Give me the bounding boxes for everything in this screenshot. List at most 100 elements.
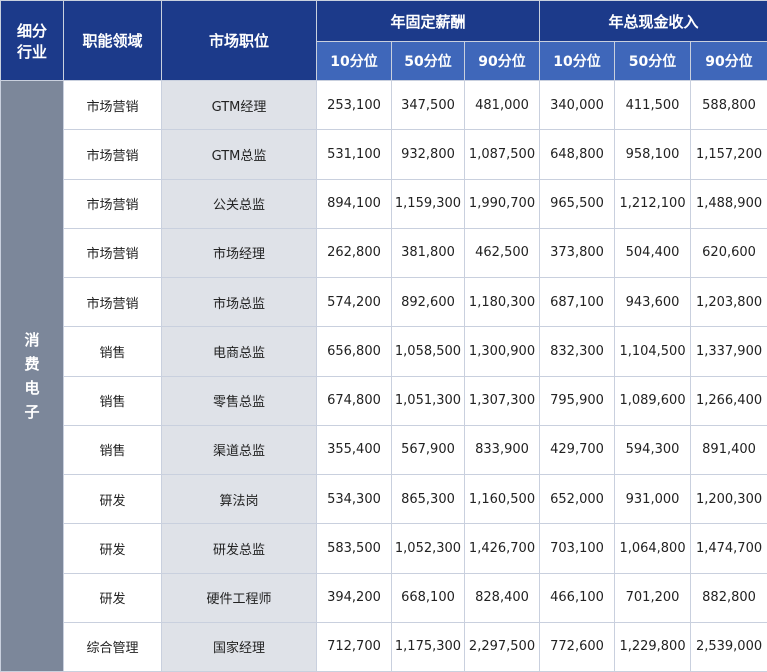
position-cell: 市场总监 bbox=[161, 276, 317, 328]
fixed-p50-cell: 668,100 bbox=[391, 572, 465, 623]
industry-char: 消 bbox=[24, 331, 40, 349]
position-cell: GTM经理 bbox=[161, 79, 317, 131]
total-p90-cell: 1,157,200 bbox=[690, 129, 767, 180]
table-row: 市场营销 公关总监 894,100 1,159,300 1,990,700 96… bbox=[1, 178, 767, 229]
total-p90-cell: 1,200,300 bbox=[690, 473, 767, 525]
total-p90-cell: 1,266,400 bbox=[690, 375, 767, 426]
function-cell: 研发 bbox=[63, 473, 162, 525]
industry-char: 电 bbox=[24, 379, 40, 397]
position-cell: 渠道总监 bbox=[161, 424, 317, 476]
total-p50-cell: 594,300 bbox=[614, 424, 692, 476]
total-p50-header: 50分位 bbox=[614, 41, 692, 81]
total-p10-cell: 703,100 bbox=[539, 523, 616, 574]
industry-char: 子 bbox=[24, 403, 40, 421]
fixed-p10-cell: 262,800 bbox=[316, 227, 392, 279]
position-cell: 国家经理 bbox=[161, 621, 317, 672]
fixed-p10-cell: 574,200 bbox=[316, 276, 392, 328]
total-p50-cell: 411,500 bbox=[614, 79, 692, 131]
total-p50-cell: 943,600 bbox=[614, 276, 692, 328]
total-p90-cell: 1,203,800 bbox=[690, 276, 767, 328]
function-cell: 市场营销 bbox=[63, 129, 162, 180]
total-p50-cell: 931,000 bbox=[614, 473, 692, 525]
fixed-p50-cell: 1,052,300 bbox=[391, 523, 465, 574]
fixed-p90-cell: 833,900 bbox=[463, 424, 541, 476]
fixed-p10-cell: 394,200 bbox=[316, 572, 392, 623]
industry-char: 费 bbox=[24, 355, 40, 373]
total-p10-cell: 772,600 bbox=[539, 621, 616, 672]
function-cell: 市场营销 bbox=[63, 227, 162, 279]
fixed-p10-cell: 712,700 bbox=[316, 621, 392, 672]
table-row: 综合管理 国家经理 712,700 1,175,300 2,297,500 77… bbox=[1, 621, 767, 672]
fixed-p10-cell: 674,800 bbox=[316, 375, 392, 426]
total-p10-cell: 687,100 bbox=[539, 276, 616, 328]
position-cell: 研发总监 bbox=[161, 523, 317, 574]
fixed-p10-cell: 531,100 bbox=[316, 129, 392, 180]
fixed-p50-cell: 932,800 bbox=[391, 129, 465, 180]
fixed-p90-cell: 1,307,300 bbox=[463, 375, 541, 426]
function-header: 职能领域 bbox=[63, 0, 162, 81]
fixed-p90-cell: 1,180,300 bbox=[463, 276, 541, 328]
total-p50-cell: 1,212,100 bbox=[614, 178, 692, 229]
total-p90-cell: 2,539,000 bbox=[690, 621, 767, 672]
total-p90-cell: 882,800 bbox=[690, 572, 767, 623]
position-cell: GTM总监 bbox=[161, 129, 317, 180]
fixed-p50-cell: 865,300 bbox=[391, 473, 465, 525]
function-cell: 市场营销 bbox=[63, 79, 162, 131]
fixed-p10-header: 10分位 bbox=[316, 41, 392, 81]
fixed-p10-cell: 583,500 bbox=[316, 523, 392, 574]
table-row: 研发 研发总监 583,500 1,052,300 1,426,700 703,… bbox=[1, 523, 767, 574]
fixed-p90-cell: 481,000 bbox=[463, 79, 541, 131]
function-cell: 研发 bbox=[63, 572, 162, 623]
total-p10-cell: 373,800 bbox=[539, 227, 616, 279]
table-row: 研发 算法岗 534,300 865,300 1,160,500 652,000… bbox=[1, 473, 767, 525]
table-row: 研发 硬件工程师 394,200 668,100 828,400 466,100… bbox=[1, 572, 767, 623]
total-p50-cell: 1,104,500 bbox=[614, 326, 692, 377]
total-p50-cell: 701,200 bbox=[614, 572, 692, 623]
total-p50-cell: 1,229,800 bbox=[614, 621, 692, 672]
position-cell: 硬件工程师 bbox=[161, 572, 317, 623]
fixed-p90-cell: 1,426,700 bbox=[463, 523, 541, 574]
total-p10-cell: 340,000 bbox=[539, 79, 616, 131]
fixed-p90-cell: 1,300,900 bbox=[463, 326, 541, 377]
function-cell: 销售 bbox=[63, 424, 162, 476]
total-p50-cell: 1,089,600 bbox=[614, 375, 692, 426]
table-row: 消 费 电 子 市场营销 GTM经理 253,100 347,500 481,0… bbox=[0, 79, 767, 672]
total-p10-cell: 648,800 bbox=[539, 129, 616, 180]
function-cell: 销售 bbox=[63, 375, 162, 426]
fixed-p10-cell: 656,800 bbox=[316, 326, 392, 377]
position-header: 市场职位 bbox=[161, 0, 317, 81]
total-p90-cell: 588,800 bbox=[690, 79, 767, 131]
function-cell: 市场营销 bbox=[63, 178, 162, 229]
total-p10-cell: 652,000 bbox=[539, 473, 616, 525]
fixed-p90-header: 90分位 bbox=[463, 41, 541, 81]
function-cell: 销售 bbox=[63, 326, 162, 377]
table-row: 市场营销 GTM总监 531,100 932,800 1,087,500 648… bbox=[1, 129, 767, 180]
fixed-p50-cell: 567,900 bbox=[391, 424, 465, 476]
total-p50-cell: 1,064,800 bbox=[614, 523, 692, 574]
fixed-p50-cell: 1,051,300 bbox=[391, 375, 465, 426]
table-row: 销售 电商总监 656,800 1,058,500 1,300,900 832,… bbox=[1, 326, 767, 377]
function-cell: 研发 bbox=[63, 523, 162, 574]
fixed-p50-cell: 347,500 bbox=[391, 79, 465, 131]
total-p10-cell: 832,300 bbox=[539, 326, 616, 377]
fixed-p90-cell: 1,087,500 bbox=[463, 129, 541, 180]
table-row: 市场营销 市场经理 262,800 381,800 462,500 373,80… bbox=[1, 227, 767, 279]
fixed-p50-cell: 1,175,300 bbox=[391, 621, 465, 672]
table-row: 市场营销 市场总监 574,200 892,600 1,180,300 687,… bbox=[1, 276, 767, 328]
fixed-p50-header: 50分位 bbox=[391, 41, 465, 81]
fixed-p10-cell: 534,300 bbox=[316, 473, 392, 525]
position-cell: 市场经理 bbox=[161, 227, 317, 279]
fixed-p10-cell: 253,100 bbox=[316, 79, 392, 131]
fixed-p90-cell: 1,990,700 bbox=[463, 178, 541, 229]
fixed-p10-cell: 894,100 bbox=[316, 178, 392, 229]
fixed-p90-cell: 828,400 bbox=[463, 572, 541, 623]
industry-header-line-2: 行业 bbox=[16, 42, 47, 61]
position-cell: 零售总监 bbox=[161, 375, 317, 426]
total-p10-cell: 466,100 bbox=[539, 572, 616, 623]
fixed-p50-cell: 892,600 bbox=[391, 276, 465, 328]
fixed-p50-cell: 1,159,300 bbox=[391, 178, 465, 229]
fixed-salary-header: 年固定薪酬 bbox=[315, 0, 541, 42]
total-cash-header: 年总现金收入 bbox=[539, 0, 767, 42]
position-cell: 算法岗 bbox=[161, 473, 317, 525]
position-cell: 电商总监 bbox=[161, 326, 317, 377]
